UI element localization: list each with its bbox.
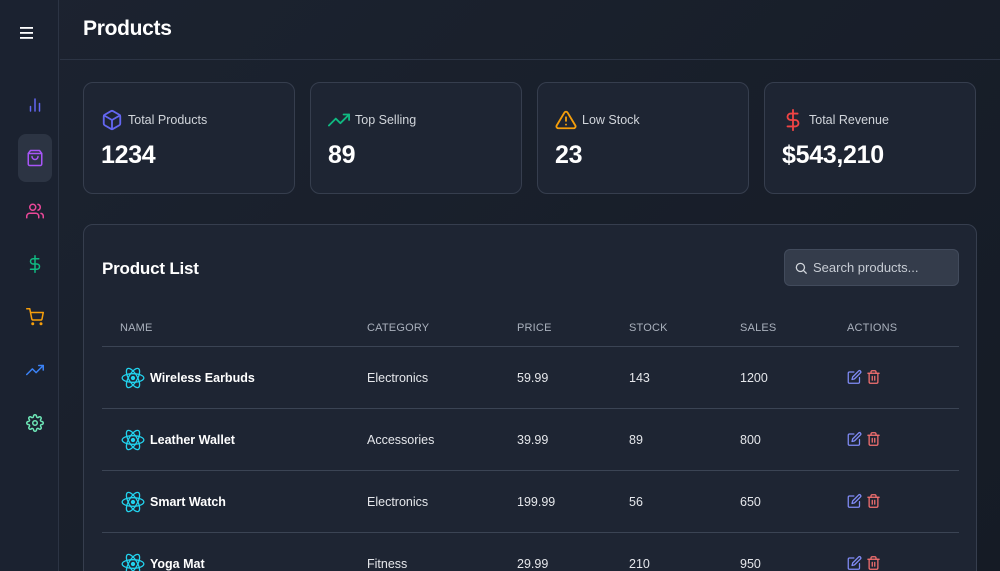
menu-icon <box>20 27 33 39</box>
sidebar-item-sales[interactable] <box>18 240 52 288</box>
stat-value: $543,210 <box>782 141 884 169</box>
edit-icon[interactable] <box>847 369 862 385</box>
product-price: 39.99 <box>517 433 549 447</box>
table-row[interactable]: Leather Wallet Accessories 39.99 89 800 <box>102 409 959 471</box>
product-category: Electronics <box>367 371 429 385</box>
shopping-cart-icon <box>26 308 44 326</box>
sidebar-item-analytics[interactable] <box>18 346 52 394</box>
table-row[interactable]: Smart Watch Electronics 199.99 56 650 <box>102 471 959 533</box>
table-row[interactable]: Yoga Mat Fitness 29.99 210 950 <box>102 533 959 571</box>
product-price: 29.99 <box>517 557 549 571</box>
search-box <box>784 249 959 286</box>
sidebar-item-products[interactable] <box>18 134 52 182</box>
dollar-sign-icon <box>786 109 800 131</box>
product-category: Electronics <box>367 495 429 509</box>
product-name: Smart Watch <box>150 495 226 509</box>
stat-value: 1234 <box>101 141 156 169</box>
menu-toggle-button[interactable] <box>16 22 38 44</box>
header: Products <box>60 0 1000 60</box>
product-name: Yoga Mat <box>150 557 205 571</box>
react-logo-icon <box>121 367 145 389</box>
column-header-actions: ACTIONS <box>847 322 898 334</box>
page-title: Products <box>83 17 172 40</box>
product-stock: 143 <box>629 371 650 385</box>
package-icon <box>102 109 122 131</box>
trash-icon[interactable] <box>866 555 881 571</box>
shopping-bag-icon <box>27 149 43 167</box>
product-price: 59.99 <box>517 371 549 385</box>
stat-label: Top Selling <box>355 113 417 127</box>
product-name: Wireless Earbuds <box>150 371 255 385</box>
column-header-sales[interactable]: SALES <box>740 322 776 334</box>
stat-label: Total Products <box>128 113 208 127</box>
stat-value: 23 <box>555 141 583 169</box>
react-logo-icon <box>121 429 145 451</box>
product-name-cell: Leather Wallet <box>120 425 235 455</box>
product-stock: 210 <box>629 557 650 571</box>
react-logo-icon <box>121 553 145 571</box>
product-name-cell: Yoga Mat <box>120 549 205 571</box>
app: Products Total Products 1234 Top Selling… <box>0 0 1000 571</box>
table-row[interactable]: Wireless Earbuds Electronics 59.99 143 1… <box>102 347 959 409</box>
bar-chart-icon <box>29 98 41 112</box>
product-sales: 950 <box>740 557 761 571</box>
column-header-name[interactable]: NAME <box>120 322 153 334</box>
product-list-panel: Product List NAME CATEGORY PRICE STOCK S… <box>83 224 977 571</box>
stat-label: Low Stock <box>582 113 640 127</box>
stat-card-top-selling: Top Selling 89 <box>310 82 522 194</box>
product-sales: 650 <box>740 495 761 509</box>
dollar-sign-icon <box>29 255 41 273</box>
search-icon <box>795 262 807 274</box>
trending-up-icon <box>26 364 44 376</box>
trash-icon[interactable] <box>866 369 881 385</box>
product-category: Fitness <box>367 557 408 571</box>
column-header-category[interactable]: CATEGORY <box>367 322 429 334</box>
stat-card-low-stock: Low Stock 23 <box>537 82 749 194</box>
sidebar-item-settings[interactable] <box>18 399 52 447</box>
product-stock: 56 <box>629 495 643 509</box>
settings-icon <box>26 414 44 432</box>
edit-icon[interactable] <box>847 493 862 509</box>
product-name-cell: Smart Watch <box>120 487 226 517</box>
column-header-price[interactable]: PRICE <box>517 322 552 334</box>
stat-value: 89 <box>328 141 356 169</box>
trending-up-icon <box>328 113 350 127</box>
search-input[interactable] <box>813 250 953 285</box>
product-sales: 1200 <box>740 371 768 385</box>
product-price: 199.99 <box>517 495 556 509</box>
users-icon <box>26 203 44 219</box>
product-name-cell: Wireless Earbuds <box>120 363 255 393</box>
sidebar-item-orders[interactable] <box>18 293 52 341</box>
stat-card-total-products: Total Products 1234 <box>83 82 295 194</box>
panel-title: Product List <box>102 259 199 278</box>
sidebar <box>0 0 59 571</box>
trash-icon[interactable] <box>866 431 881 447</box>
product-stock: 89 <box>629 433 643 447</box>
product-category: Accessories <box>367 433 435 447</box>
edit-icon[interactable] <box>847 555 862 571</box>
product-name: Leather Wallet <box>150 433 235 447</box>
sidebar-item-users[interactable] <box>18 187 52 235</box>
sidebar-item-overview[interactable] <box>18 81 52 129</box>
alert-triangle-icon <box>555 110 577 130</box>
trash-icon[interactable] <box>866 493 881 509</box>
edit-icon[interactable] <box>847 431 862 447</box>
stat-label: Total Revenue <box>809 113 889 127</box>
product-sales: 800 <box>740 433 761 447</box>
react-logo-icon <box>121 491 145 513</box>
column-header-stock[interactable]: STOCK <box>629 322 668 334</box>
stat-card-total-revenue: Total Revenue $543,210 <box>764 82 976 194</box>
